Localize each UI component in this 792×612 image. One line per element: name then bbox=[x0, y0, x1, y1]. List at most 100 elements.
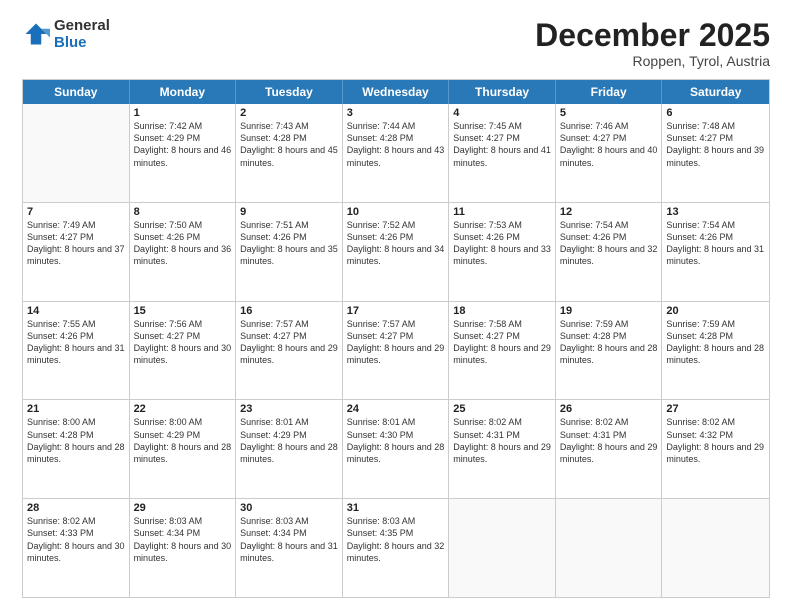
table-row: 23Sunrise: 8:01 AMSunset: 4:29 PMDayligh… bbox=[236, 400, 343, 498]
calendar-body: 1 Sunrise: 7:42 AMSunset: 4:29 PMDaylight… bbox=[23, 104, 769, 597]
header-day-saturday: Saturday bbox=[662, 80, 769, 104]
day-info: Sunrise: 7:49 AMSunset: 4:27 PMDaylight:… bbox=[27, 220, 125, 266]
day-number: 16 bbox=[240, 305, 338, 317]
location: Roppen, Tyrol, Austria bbox=[535, 53, 770, 69]
day-number: 10 bbox=[347, 206, 445, 218]
table-row: 3Sunrise: 7:44 AMSunset: 4:28 PMDaylight… bbox=[343, 104, 450, 202]
day-info: Sunrise: 7:53 AMSunset: 4:26 PMDaylight:… bbox=[453, 220, 551, 266]
table-row: 9Sunrise: 7:51 AMSunset: 4:26 PMDaylight… bbox=[236, 203, 343, 301]
table-row: 30Sunrise: 8:03 AMSunset: 4:34 PMDayligh… bbox=[236, 499, 343, 597]
day-number: 21 bbox=[27, 403, 125, 415]
day-number: 1 bbox=[134, 107, 232, 119]
day-info: Sunrise: 8:03 AMSunset: 4:35 PMDaylight:… bbox=[347, 516, 445, 562]
day-info: Sunrise: 8:03 AMSunset: 4:34 PMDaylight:… bbox=[240, 516, 338, 562]
table-row: 5Sunrise: 7:46 AMSunset: 4:27 PMDaylight… bbox=[556, 104, 663, 202]
day-info: Sunrise: 7:51 AMSunset: 4:26 PMDaylight:… bbox=[240, 220, 338, 266]
day-info: Sunrise: 7:59 AMSunset: 4:28 PMDaylight:… bbox=[560, 319, 658, 365]
logo: General Blue bbox=[22, 18, 110, 51]
day-number: 19 bbox=[560, 305, 658, 317]
table-row: 11 Sunrise: 7:53 AMSunset: 4:26 PMDayligh… bbox=[449, 203, 556, 301]
table-row: 29Sunrise: 8:03 AMSunset: 4:34 PMDayligh… bbox=[130, 499, 237, 597]
day-number: 6 bbox=[666, 107, 765, 119]
calendar-row-3: 21 Sunrise: 8:00 AMSunset: 4:28 PMDayligh… bbox=[23, 399, 769, 498]
day-number: 31 bbox=[347, 502, 445, 514]
month-title: December 2025 bbox=[535, 18, 770, 53]
day-number: 27 bbox=[666, 403, 765, 415]
day-info: Sunrise: 7:43 AMSunset: 4:28 PMDaylight:… bbox=[240, 121, 338, 167]
table-row: 15Sunrise: 7:56 AMSunset: 4:27 PMDayligh… bbox=[130, 302, 237, 400]
table-row: 7 Sunrise: 7:49 AMSunset: 4:27 PMDaylight… bbox=[23, 203, 130, 301]
table-row: 31 Sunrise: 8:03 AMSunset: 4:35 PMDayligh… bbox=[343, 499, 450, 597]
table-row: 14 Sunrise: 7:55 AMSunset: 4:26 PMDayligh… bbox=[23, 302, 130, 400]
day-info: Sunrise: 7:42 AMSunset: 4:29 PMDaylight:… bbox=[134, 121, 232, 167]
day-info: Sunrise: 8:02 AMSunset: 4:31 PMDaylight:… bbox=[453, 417, 551, 463]
day-number: 15 bbox=[134, 305, 232, 317]
calendar: SundayMondayTuesdayWednesdayThursdayFrid… bbox=[22, 79, 770, 598]
table-row: 8 Sunrise: 7:50 AMSunset: 4:26 PMDaylight… bbox=[130, 203, 237, 301]
day-info: Sunrise: 7:45 AMSunset: 4:27 PMDaylight:… bbox=[453, 121, 551, 167]
table-row: 24 Sunrise: 8:01 AMSunset: 4:30 PMDayligh… bbox=[343, 400, 450, 498]
page: General Blue December 2025 Roppen, Tyrol… bbox=[0, 0, 792, 612]
table-row: 18Sunrise: 7:58 AMSunset: 4:27 PMDayligh… bbox=[449, 302, 556, 400]
day-number: 14 bbox=[27, 305, 125, 317]
day-info: Sunrise: 8:01 AMSunset: 4:30 PMDaylight:… bbox=[347, 417, 445, 463]
day-info: Sunrise: 8:03 AMSunset: 4:34 PMDaylight:… bbox=[134, 516, 232, 562]
calendar-row-0: 1 Sunrise: 7:42 AMSunset: 4:29 PMDaylight… bbox=[23, 104, 769, 202]
header-day-wednesday: Wednesday bbox=[343, 80, 450, 104]
day-info: Sunrise: 7:44 AMSunset: 4:28 PMDaylight:… bbox=[347, 121, 445, 167]
day-info: Sunrise: 7:50 AMSunset: 4:26 PMDaylight:… bbox=[134, 220, 232, 266]
table-row: 4 Sunrise: 7:45 AMSunset: 4:27 PMDaylight… bbox=[449, 104, 556, 202]
day-info: Sunrise: 7:55 AMSunset: 4:26 PMDaylight:… bbox=[27, 319, 125, 365]
table-row bbox=[662, 499, 769, 597]
day-info: Sunrise: 7:54 AMSunset: 4:26 PMDaylight:… bbox=[560, 220, 658, 266]
day-number: 18 bbox=[453, 305, 551, 317]
title-block: December 2025 Roppen, Tyrol, Austria bbox=[535, 18, 770, 69]
table-row: 20 Sunrise: 7:59 AMSunset: 4:28 PMDayligh… bbox=[662, 302, 769, 400]
table-row: 17 Sunrise: 7:57 AMSunset: 4:27 PMDayligh… bbox=[343, 302, 450, 400]
day-number: 2 bbox=[240, 107, 338, 119]
table-row: 6Sunrise: 7:48 AMSunset: 4:27 PMDaylight… bbox=[662, 104, 769, 202]
day-info: Sunrise: 7:57 AMSunset: 4:27 PMDaylight:… bbox=[240, 319, 338, 365]
day-number: 13 bbox=[666, 206, 765, 218]
table-row: 25 Sunrise: 8:02 AMSunset: 4:31 PMDayligh… bbox=[449, 400, 556, 498]
day-number: 17 bbox=[347, 305, 445, 317]
day-info: Sunrise: 8:02 AMSunset: 4:32 PMDaylight:… bbox=[666, 417, 764, 463]
table-row: 1 Sunrise: 7:42 AMSunset: 4:29 PMDaylight… bbox=[130, 104, 237, 202]
logo-general: General bbox=[54, 18, 110, 35]
header-day-monday: Monday bbox=[130, 80, 237, 104]
table-row bbox=[556, 499, 663, 597]
day-info: Sunrise: 7:59 AMSunset: 4:28 PMDaylight:… bbox=[666, 319, 764, 365]
calendar-row-2: 14 Sunrise: 7:55 AMSunset: 4:26 PMDayligh… bbox=[23, 301, 769, 400]
day-number: 12 bbox=[560, 206, 658, 218]
header-day-thursday: Thursday bbox=[449, 80, 556, 104]
day-number: 4 bbox=[453, 107, 551, 119]
day-info: Sunrise: 8:00 AMSunset: 4:29 PMDaylight:… bbox=[134, 417, 232, 463]
header-day-friday: Friday bbox=[556, 80, 663, 104]
logo-blue: Blue bbox=[54, 35, 110, 52]
day-number: 8 bbox=[134, 206, 232, 218]
day-number: 24 bbox=[347, 403, 445, 415]
table-row: 28Sunrise: 8:02 AMSunset: 4:33 PMDayligh… bbox=[23, 499, 130, 597]
day-info: Sunrise: 8:02 AMSunset: 4:31 PMDaylight:… bbox=[560, 417, 658, 463]
table-row: 12 Sunrise: 7:54 AMSunset: 4:26 PMDayligh… bbox=[556, 203, 663, 301]
day-number: 20 bbox=[666, 305, 765, 317]
day-number: 28 bbox=[27, 502, 125, 514]
table-row: 27 Sunrise: 8:02 AMSunset: 4:32 PMDayligh… bbox=[662, 400, 769, 498]
table-row: 13Sunrise: 7:54 AMSunset: 4:26 PMDayligh… bbox=[662, 203, 769, 301]
day-info: Sunrise: 7:46 AMSunset: 4:27 PMDaylight:… bbox=[560, 121, 658, 167]
day-info: Sunrise: 7:52 AMSunset: 4:26 PMDaylight:… bbox=[347, 220, 445, 266]
day-number: 26 bbox=[560, 403, 658, 415]
day-info: Sunrise: 8:00 AMSunset: 4:28 PMDaylight:… bbox=[27, 417, 125, 463]
day-number: 11 bbox=[453, 206, 551, 218]
day-number: 7 bbox=[27, 206, 125, 218]
table-row bbox=[449, 499, 556, 597]
day-info: Sunrise: 7:57 AMSunset: 4:27 PMDaylight:… bbox=[347, 319, 445, 365]
table-row: 22Sunrise: 8:00 AMSunset: 4:29 PMDayligh… bbox=[130, 400, 237, 498]
day-number: 25 bbox=[453, 403, 551, 415]
table-row: 21 Sunrise: 8:00 AMSunset: 4:28 PMDayligh… bbox=[23, 400, 130, 498]
table-row: 26 Sunrise: 8:02 AMSunset: 4:31 PMDayligh… bbox=[556, 400, 663, 498]
header: General Blue December 2025 Roppen, Tyrol… bbox=[22, 18, 770, 69]
calendar-row-1: 7 Sunrise: 7:49 AMSunset: 4:27 PMDaylight… bbox=[23, 202, 769, 301]
header-day-tuesday: Tuesday bbox=[236, 80, 343, 104]
table-row bbox=[23, 104, 130, 202]
